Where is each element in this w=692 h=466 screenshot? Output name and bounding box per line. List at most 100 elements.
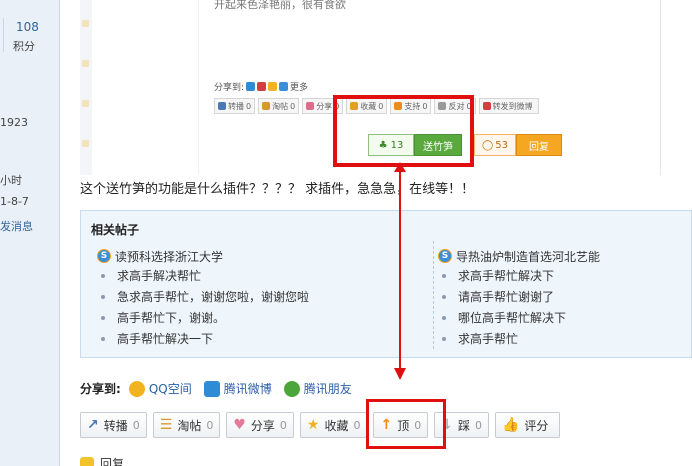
heart-icon: ♥	[233, 417, 246, 433]
bottom-reply-label: 回复	[100, 457, 125, 466]
send-message-link[interactable]: 发消息	[0, 218, 33, 234]
action-repost-button[interactable]: ↗ 转播 0	[80, 412, 147, 438]
related-list-item[interactable]: 高手帮忙解决一下	[97, 328, 309, 349]
embed-action-button[interactable]: 转发到微博	[478, 98, 539, 114]
embed-action-count: 0	[290, 101, 296, 111]
related-item-label: 求高手解决帮忙	[117, 269, 202, 283]
embed-bullet	[82, 140, 89, 147]
action-label: 淘帖	[177, 418, 202, 433]
post-action-buttons: ↗ 转播 0 ☰ 淘帖 0 ♥ 分享 0 ★ 收藏 0 ↑ 顶 0 ↓ 踩 0 👍 评分	[80, 412, 561, 438]
sogou-icon: S	[97, 249, 111, 263]
tencent-weibo-icon	[203, 380, 220, 397]
related-item-label: 哪位高手帮忙解决下	[458, 311, 567, 325]
embed-action-label: 淘帖	[272, 101, 289, 111]
share-qzone[interactable]: QQ空间	[128, 380, 192, 397]
action-count: 0	[206, 418, 214, 432]
embed-action-button[interactable]: 淘帖 0	[258, 98, 300, 114]
related-list-item[interactable]: 求高手帮忙	[438, 328, 600, 349]
thumb-icon: 👍	[501, 417, 520, 433]
post-question-text: 这个送竹笋的功能是什么插件？？？？ 求插件，急急急，在线等！！	[80, 182, 475, 197]
embed-bullet	[82, 100, 89, 107]
embed-weibo-icon[interactable]	[257, 82, 267, 91]
embed-action-count: 0	[246, 101, 252, 111]
related-item-label: 急求高手帮忙，谢谢您啦，谢谢您啦	[117, 290, 310, 304]
share-tencent-weibo-label: 腾讯微博	[223, 382, 272, 396]
stat-divider	[3, 18, 4, 52]
action-collect-button[interactable]: ☰ 淘帖 0	[152, 412, 221, 438]
action-label: 转播	[103, 418, 128, 433]
related-divider	[433, 241, 434, 349]
action-count: 0	[279, 418, 287, 432]
embed-divider	[198, 0, 199, 175]
collect-icon: ☰	[159, 417, 173, 433]
repost-icon: ↗	[87, 417, 99, 433]
related-head-item[interactable]: S 读预科选择浙江大学	[97, 247, 309, 265]
related-list-item[interactable]: 求高手解决帮忙	[97, 265, 309, 286]
embed-action-icon	[218, 102, 226, 110]
related-head-item[interactable]: S 导热油炉制造首选河北艺能	[438, 247, 600, 265]
embed-action-icon	[262, 102, 271, 110]
share-tencent-weibo[interactable]: 腾讯微博	[203, 380, 272, 397]
embed-reply-button[interactable]: 回复	[516, 134, 562, 156]
action-star-button[interactable]: ★ 收藏 0	[299, 412, 368, 438]
related-right-column: S 导热油炉制造首选河北艺能 求高手帮忙解决下 请高手帮忙谢谢了 哪位高手帮忙解…	[438, 247, 600, 349]
embed-share-more[interactable]: 更多	[290, 80, 308, 93]
points-label: 积分	[13, 40, 35, 53]
embed-action-label: 分享	[316, 101, 333, 111]
related-list-item[interactable]: 请高手帮忙谢谢了	[438, 286, 600, 307]
action-heart-button[interactable]: ♥ 分享 0	[226, 412, 294, 438]
embed-action-label: 转播	[228, 101, 244, 111]
bullet-icon	[442, 315, 446, 320]
highlight-box-bamboo	[333, 95, 474, 167]
related-head-label: 读预科选择浙江大学	[115, 249, 224, 264]
embed-left-bar	[80, 0, 92, 175]
bullet-icon	[101, 315, 105, 320]
embed-post-snippet: 开起来色泽艳丽，很有食欲	[214, 0, 346, 11]
speech-bubble-icon: ◯	[482, 139, 494, 151]
qzone-icon	[128, 380, 145, 397]
bullet-icon	[442, 336, 446, 341]
related-left-column: S 读预科选择浙江大学 求高手解决帮忙 急求高手帮忙，谢谢您啦，谢谢您啦 高手帮…	[97, 247, 309, 349]
embed-share-label: 分享到:	[214, 83, 245, 93]
embed-action-label: 转发到微博	[492, 101, 533, 111]
related-item-label: 请高手帮忙谢谢了	[458, 290, 555, 304]
action-label: 分享	[250, 418, 275, 433]
related-item-label: 高手帮忙下，谢谢。	[117, 311, 226, 325]
points-value[interactable]: 108	[16, 20, 39, 34]
embed-action-button[interactable]: 转播 0	[214, 98, 256, 114]
reply-icon	[80, 456, 94, 466]
bullet-icon	[442, 294, 446, 299]
action-thumb-button[interactable]: 👍 评分	[494, 412, 561, 438]
share-label: 分享到:	[80, 382, 121, 396]
embed-qzone-icon[interactable]	[246, 82, 256, 91]
action-count: 0	[474, 418, 482, 432]
embed-star-icon[interactable]	[268, 82, 278, 91]
embed-plus-icon[interactable]	[279, 82, 289, 91]
embed-bullet	[82, 20, 89, 27]
bullet-icon	[101, 336, 105, 341]
related-list-item[interactable]: 求高手帮忙解决下	[438, 265, 600, 286]
bottom-reply[interactable]: 回复	[80, 455, 124, 466]
related-posts-box: 相关帖子 S 读预科选择浙江大学 求高手解决帮忙 急求高手帮忙，谢谢您啦，谢谢您…	[80, 210, 692, 358]
user-uid: 1923	[0, 116, 28, 129]
share-row: 分享到: QQ空间 腾讯微博 腾讯朋友	[80, 380, 364, 397]
bullet-icon	[442, 273, 446, 278]
embed-share-row: 分享到: 更多	[214, 80, 308, 93]
related-list-item[interactable]: 高手帮忙下，谢谢。	[97, 307, 309, 328]
action-count: 0	[132, 418, 140, 432]
related-head-label: 导热油炉制造首选河北艺能	[456, 249, 601, 264]
share-tencent-friends[interactable]: 腾讯朋友	[283, 380, 352, 397]
related-list-item[interactable]: 哪位高手帮忙解决下	[438, 307, 600, 328]
bullet-icon	[101, 294, 105, 299]
related-item-label: 求高手帮忙	[458, 332, 519, 346]
embed-action-icon	[306, 102, 315, 110]
author-sidebar: 108 积分 1923 小时 1-8-7 发消息	[0, 0, 60, 466]
related-item-label: 高手帮忙解决一下	[117, 332, 214, 346]
related-list-item[interactable]: 急求高手帮忙，谢谢您啦，谢谢您啦	[97, 286, 309, 307]
bullet-icon	[101, 273, 105, 278]
embed-bullet	[82, 60, 89, 67]
embed-reply-widget: ◯ 53 回复	[474, 134, 562, 156]
action-label: 收藏	[324, 418, 349, 433]
share-tencent-friends-label: 腾讯朋友	[303, 382, 352, 396]
action-label: 踩	[457, 418, 470, 433]
